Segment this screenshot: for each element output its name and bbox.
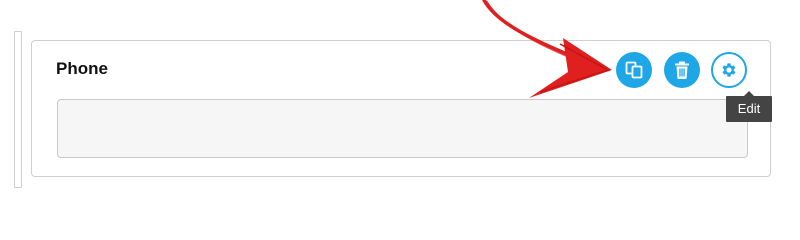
phone-input[interactable] — [57, 99, 748, 158]
trash-icon — [675, 61, 689, 79]
settings-button[interactable] — [711, 52, 747, 88]
delete-button[interactable] — [664, 52, 700, 88]
field-label: Phone — [56, 59, 108, 78]
drag-handle[interactable] — [14, 31, 22, 188]
duplicate-button[interactable] — [616, 52, 652, 88]
duplicate-icon — [625, 61, 643, 79]
gear-icon — [722, 63, 736, 77]
edit-tooltip: Edit — [726, 91, 772, 122]
form-builder-stage: Phone Edit — [0, 0, 800, 217]
